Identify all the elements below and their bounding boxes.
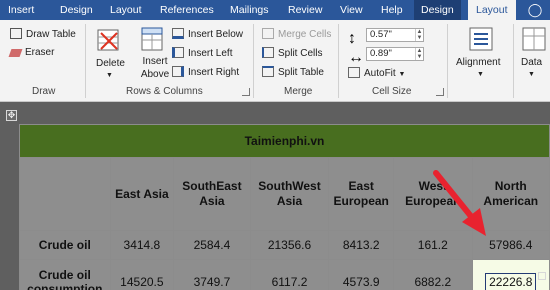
lightbulb-icon[interactable]: ◯ [524,2,546,18]
insert-left-icon [172,47,184,58]
dialog-launcher-icon[interactable] [242,88,250,96]
selected-value: 22226.8 [485,272,537,290]
insert-below-button[interactable]: Insert Below [172,28,243,41]
insert-below-label: Insert Below [188,29,244,40]
table-cell[interactable]: 6117.2 [249,259,330,290]
table-cell[interactable]: 21356.6 [249,230,330,260]
chevron-down-icon: ▼ [477,71,484,78]
merge-cells-button[interactable]: Merge Cells [262,28,331,41]
chevron-down-icon: ▼ [106,72,113,79]
group-divider [338,24,339,98]
split-table-icon [262,66,274,77]
insert-right-icon [172,66,184,77]
row-label-cell[interactable]: Crude oil [19,230,111,260]
table-cell[interactable]: 6882.2 [393,259,473,290]
draw-table-label: Draw Table [26,29,76,40]
pencil-table-icon [10,28,22,39]
tab-mailings[interactable]: Mailings [230,0,269,20]
table-resize-handle[interactable] [538,272,546,280]
tab-layout-page[interactable]: Layout [110,0,142,20]
row-height-icon: ↕ [348,30,356,47]
ribbon: Draw Table Eraser Draw Delete ▼ Insert A… [0,20,550,102]
spin-arrows-icon[interactable]: ▲ ▼ [415,48,423,60]
dialog-launcher-icon[interactable] [436,88,444,96]
split-table-label: Split Table [278,67,324,78]
table-cell[interactable]: 4573.9 [328,259,395,290]
delete-button[interactable]: Delete ▼ [92,28,126,79]
table-cell[interactable]: 14520.5 [109,259,175,290]
pointer-arrow-icon [433,170,486,236]
tab-table-design[interactable]: Design [414,0,461,20]
tab-help[interactable]: Help [381,0,403,20]
split-cells-label: Split Cells [278,48,323,59]
draw-group-label: Draw [32,86,56,97]
autofit-button[interactable]: AutoFit ▼ [348,67,405,81]
table-title-row: Taimienphi.vn [19,124,550,158]
chevron-down-icon: ▼ [528,71,535,78]
row-label-cell[interactable]: Crude oil consumption [19,259,111,290]
group-divider [513,24,514,98]
tab-view[interactable]: View [340,0,363,20]
rows-columns-group-label: Rows & Columns [126,86,203,97]
tab-insert[interactable]: Insert [8,0,34,20]
tab-references[interactable]: References [160,0,214,20]
insert-right-label: Insert Right [188,67,240,78]
insert-above-label: Insert Above [140,56,170,80]
column-width-field[interactable]: 0.89" ▲ ▼ [366,47,424,61]
cell-size-group-label: Cell Size [372,86,412,97]
table-cell[interactable]: 3414.8 [109,230,175,260]
insert-left-button[interactable]: Insert Left [172,47,232,60]
split-table-button[interactable]: Split Table [262,66,324,79]
table-move-handle-icon[interactable]: ✥ [6,110,17,121]
tab-design[interactable]: Design [60,0,93,20]
autofit-label: AutoFit [364,68,396,79]
header-cell[interactable]: SouthWest Asia [249,157,330,231]
header-cell[interactable]: East European [328,157,395,231]
header-cell[interactable]: SouthEast Asia [173,157,251,231]
row-height-field[interactable]: 0.57" ▲ ▼ [366,28,424,42]
ribbon-tab-bar: Insert Design Layout References Mailings… [0,0,550,20]
insert-left-label: Insert Left [188,48,233,59]
autofit-icon [348,67,360,78]
spin-arrows-icon[interactable]: ▲ ▼ [415,29,423,41]
row-height-value: 0.57" [370,29,392,40]
insert-below-icon [172,28,184,39]
header-cell[interactable]: East Asia [109,157,175,231]
table-title[interactable]: Taimienphi.vn [19,124,550,158]
data-icon [522,27,546,51]
alignment-button[interactable]: Alignment ▼ [452,24,510,84]
merge-cells-label: Merge Cells [278,29,332,40]
group-divider [253,24,254,98]
table-cell[interactable]: 3749.7 [173,259,251,290]
draw-table-button[interactable]: Draw Table [10,28,76,41]
alignment-icon [469,27,493,51]
delete-table-icon [97,29,119,51]
insert-right-button[interactable]: Insert Right [172,66,239,79]
merge-group-label: Merge [284,86,313,97]
column-width-value: 0.89" [370,48,392,59]
chevron-down-icon: ▼ [398,71,406,78]
tab-review[interactable]: Review [288,0,322,20]
header-empty-cell[interactable] [19,157,111,231]
split-cells-button[interactable]: Split Cells [262,47,322,60]
table-row: Crude oil consumption 14520.5 3749.7 611… [19,259,550,290]
eraser-icon [8,49,23,57]
group-divider [447,24,448,98]
eraser-button[interactable]: Eraser [8,46,55,59]
table-cell[interactable]: 2584.4 [173,230,251,260]
column-width-icon: ↔ [348,49,364,66]
tab-table-layout[interactable]: Layout [468,0,516,20]
merge-cells-icon [262,28,274,39]
split-cells-icon [262,47,274,58]
table-cell[interactable]: 8413.2 [328,230,395,260]
group-divider [85,24,86,98]
insert-above-icon [141,27,163,51]
insert-above-button[interactable]: Insert Above [134,26,174,82]
data-button[interactable]: Data ▼ [518,24,550,84]
eraser-label: Eraser [25,47,55,58]
